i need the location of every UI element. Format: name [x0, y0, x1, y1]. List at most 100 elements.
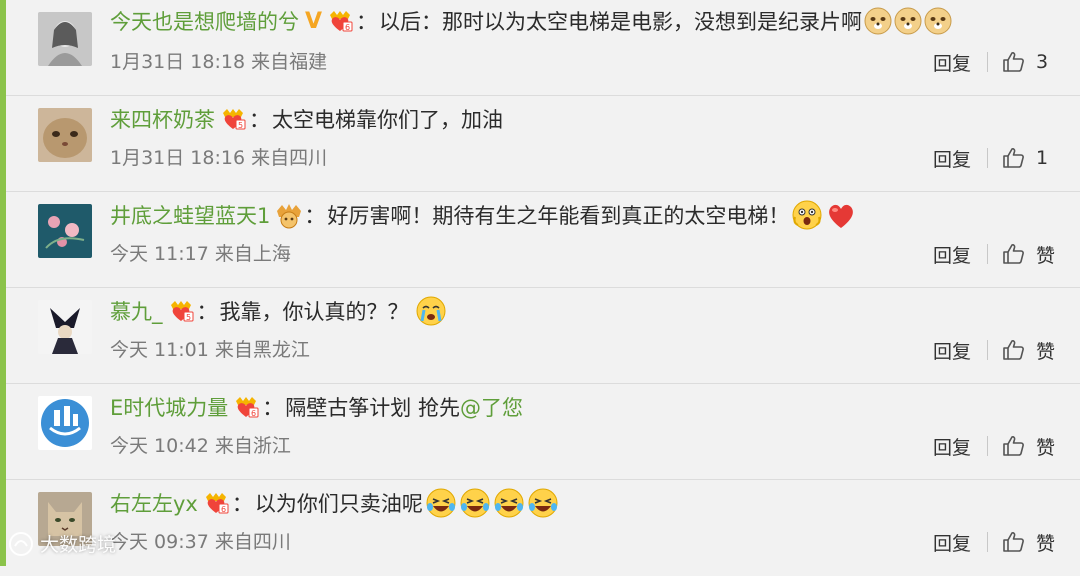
comment-text: 隔壁古筝计划 抢先 — [285, 396, 460, 420]
vip-heart-badge: 5 — [167, 299, 195, 323]
comment-text: 我靠，你认真的？？ — [219, 300, 409, 324]
watermark: 大数跨境 — [8, 530, 116, 557]
comment-actions: 回复 3 — [933, 47, 1058, 77]
comment-location: 来自四川 — [214, 531, 291, 553]
comment-actions: 回复 赞 — [933, 335, 1058, 365]
comment-line: 井底之蛙望蓝天1 ： 好厉害啊！期待有生之年能看到真正的太空电梯！ — [110, 200, 1000, 230]
reply-button[interactable]: 回复 — [933, 337, 971, 364]
comment-text: 好厉害啊！期待有生之年能看到真正的太空电梯！ — [327, 204, 790, 228]
thumbs-up-icon[interactable] — [1002, 338, 1026, 362]
username[interactable]: 来四杯奶茶 — [110, 104, 215, 134]
comment-location: 来自上海 — [214, 243, 291, 265]
comment-meta: 今天 11:01 来自黑龙江 — [110, 336, 310, 364]
svg-text:6: 6 — [221, 505, 226, 514]
red-heart-icon — [825, 200, 857, 230]
comment-actions: 回复 赞 — [933, 431, 1058, 461]
reply-button[interactable]: 回复 — [933, 241, 971, 268]
username[interactable]: 今天也是想爬墙的兮 — [110, 6, 299, 36]
comment-item: E时代城力量 6 ： 隔壁古筝计划 抢先 @了您 今天 10:42 来自浙江 回… — [6, 384, 1080, 480]
reply-button[interactable]: 回复 — [933, 49, 971, 76]
thumbs-up-icon[interactable] — [1002, 146, 1026, 170]
comment-meta: 今天 09:37 来自四川 — [110, 528, 291, 556]
laughing-tears-icon — [493, 487, 525, 519]
divider — [987, 436, 988, 456]
comment-meta: 今天 10:42 来自浙江 — [110, 432, 291, 460]
reply-button[interactable]: 回复 — [933, 433, 971, 460]
watermark-logo-icon — [8, 531, 34, 557]
svg-text:6: 6 — [345, 23, 350, 32]
comment-actions: 回复 1 — [933, 143, 1058, 173]
comment-text: 以后：那时以为太空电梯是电影，没想到是纪录片啊 — [379, 10, 863, 34]
comment-location: 来自浙江 — [214, 435, 291, 457]
comment-time: 今天 10:42 — [110, 435, 215, 457]
reply-button[interactable]: 回复 — [933, 145, 971, 172]
doge-icon — [894, 7, 922, 35]
comment-line: 慕九_ 5 ： 我靠，你认真的？？ — [110, 296, 1000, 326]
comment-item: 右左左yx 6 ： 以为你们只卖油呢 今天 09:37 来自四川 回复 赞 — [6, 480, 1080, 576]
comment-location: 来自黑龙江 — [214, 339, 310, 361]
thumbs-up-icon[interactable] — [1002, 530, 1026, 554]
username[interactable]: 慕九_ — [110, 296, 163, 326]
laughing-tears-icon — [527, 487, 559, 519]
thumbs-up-icon[interactable] — [1002, 50, 1026, 74]
comment-item: 来四杯奶茶 5 ： 太空电梯靠你们了，加油 1月31日 18:16 来自四川 回… — [6, 96, 1080, 192]
avatar[interactable] — [38, 300, 92, 354]
vip-heart-badge: 6 — [202, 491, 230, 515]
comment-location: 来自四川 — [251, 147, 328, 169]
comment-text: 太空电梯靠你们了，加油 — [272, 108, 503, 132]
laughing-tears-icon — [459, 487, 491, 519]
comment-text: 以为你们只卖油呢 — [254, 492, 423, 516]
comment-meta: 1月31日 18:18 来自福建 — [110, 48, 327, 76]
comment-line: 今天也是想爬墙的兮 V 6 ： 以后：那时以为太空电梯是电影，没想到是纪录片啊 — [110, 6, 1000, 36]
avatar[interactable] — [38, 204, 92, 258]
svg-text:6: 6 — [251, 409, 256, 418]
divider — [987, 244, 988, 264]
divider — [987, 52, 988, 72]
like-button-label[interactable]: 赞 — [1036, 433, 1058, 460]
reply-button[interactable]: 回复 — [933, 529, 971, 556]
comment-time: 今天 09:37 — [110, 531, 215, 553]
vip-heart-badge: 5 — [219, 107, 247, 131]
comment-actions: 回复 赞 — [933, 527, 1058, 557]
username[interactable]: E时代城力量 — [110, 392, 228, 422]
username[interactable]: 井底之蛙望蓝天1 — [110, 200, 270, 230]
comment-time: 1月31日 18:18 — [110, 51, 252, 73]
divider — [987, 148, 988, 168]
divider — [987, 340, 988, 360]
like-button-label[interactable]: 赞 — [1036, 529, 1058, 556]
thumbs-up-icon[interactable] — [1002, 434, 1026, 458]
crying-face-icon — [415, 295, 447, 327]
like-count[interactable]: 3 — [1036, 51, 1058, 73]
comment-line: 右左左yx 6 ： 以为你们只卖油呢 — [110, 488, 1000, 518]
shocked-face-icon — [791, 199, 823, 231]
comment-item: 慕九_ 5 ： 我靠，你认真的？？ 今天 11:01 来自黑龙江 回复 赞 — [6, 288, 1080, 384]
avatar[interactable] — [38, 396, 92, 450]
verified-badge: V — [305, 8, 323, 34]
doge-icon — [924, 7, 952, 35]
svg-text:5: 5 — [238, 121, 243, 130]
like-count[interactable]: 1 — [1036, 147, 1058, 169]
comment-actions: 回复 赞 — [933, 239, 1058, 269]
username[interactable]: 右左左yx — [110, 488, 198, 518]
laughing-tears-icon — [425, 487, 457, 519]
comment-meta: 1月31日 18:16 来自四川 — [110, 144, 327, 172]
comment-time: 今天 11:01 — [110, 339, 215, 361]
avatar[interactable] — [38, 12, 92, 66]
comment-time: 今天 11:17 — [110, 243, 215, 265]
avatar[interactable] — [38, 108, 92, 162]
doge-icon — [864, 7, 892, 35]
like-button-label[interactable]: 赞 — [1036, 337, 1058, 364]
comment-meta: 今天 11:17 来自上海 — [110, 240, 291, 268]
comment-item: 今天也是想爬墙的兮 V 6 ： 以后：那时以为太空电梯是电影，没想到是纪录片啊 … — [6, 0, 1080, 96]
comment-item: 井底之蛙望蓝天1 ： 好厉害啊！期待有生之年能看到真正的太空电梯！ 今天 11:… — [6, 192, 1080, 288]
comment-line: E时代城力量 6 ： 隔壁古筝计划 抢先 @了您 — [110, 392, 1000, 422]
svg-text:5: 5 — [186, 313, 191, 322]
vip-heart-badge: 6 — [232, 395, 260, 419]
like-button-label[interactable]: 赞 — [1036, 241, 1058, 268]
comment-line: 来四杯奶茶 5 ： 太空电梯靠你们了，加油 — [110, 104, 1000, 134]
divider — [987, 532, 988, 552]
watermark-text: 大数跨境 — [40, 534, 117, 556]
thumbs-up-icon[interactable] — [1002, 242, 1026, 266]
mention-link[interactable]: @了您 — [460, 392, 523, 422]
comment-time: 1月31日 18:16 — [110, 147, 252, 169]
